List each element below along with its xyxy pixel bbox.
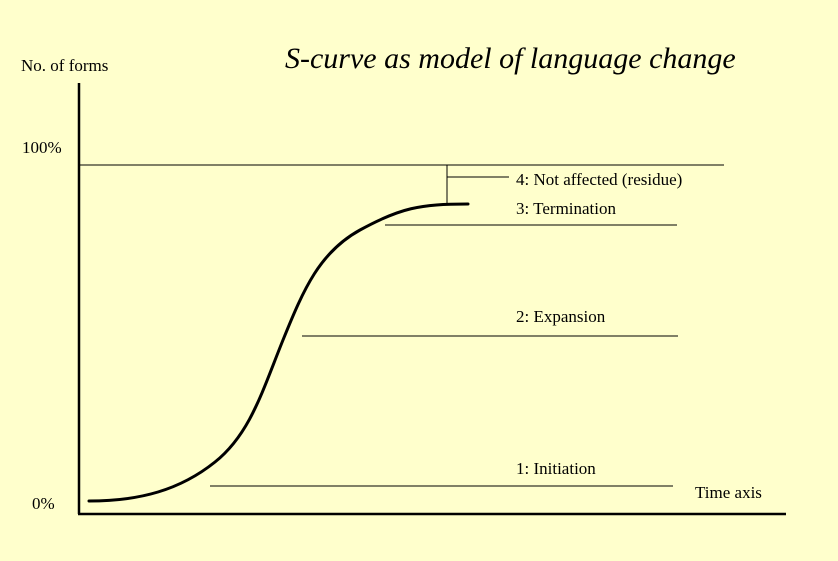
s-curve <box>87 202 470 503</box>
stage-label-initiation: 1: Initiation <box>516 459 596 478</box>
stage-label-expansion: 2: Expansion <box>516 307 606 326</box>
stage-label-termination: 3: Termination <box>516 199 617 218</box>
y-tick-0: 0% <box>32 494 55 513</box>
diagram-title: S-curve as model of language change <box>285 42 736 75</box>
stage-label-residue: 4: Not affected (residue) <box>516 170 683 189</box>
y-axis-label: No. of forms <box>21 56 109 75</box>
y-tick-100: 100% <box>22 138 62 157</box>
x-axis-label: Time axis <box>695 483 762 502</box>
s-curve-diagram <box>77 83 786 516</box>
